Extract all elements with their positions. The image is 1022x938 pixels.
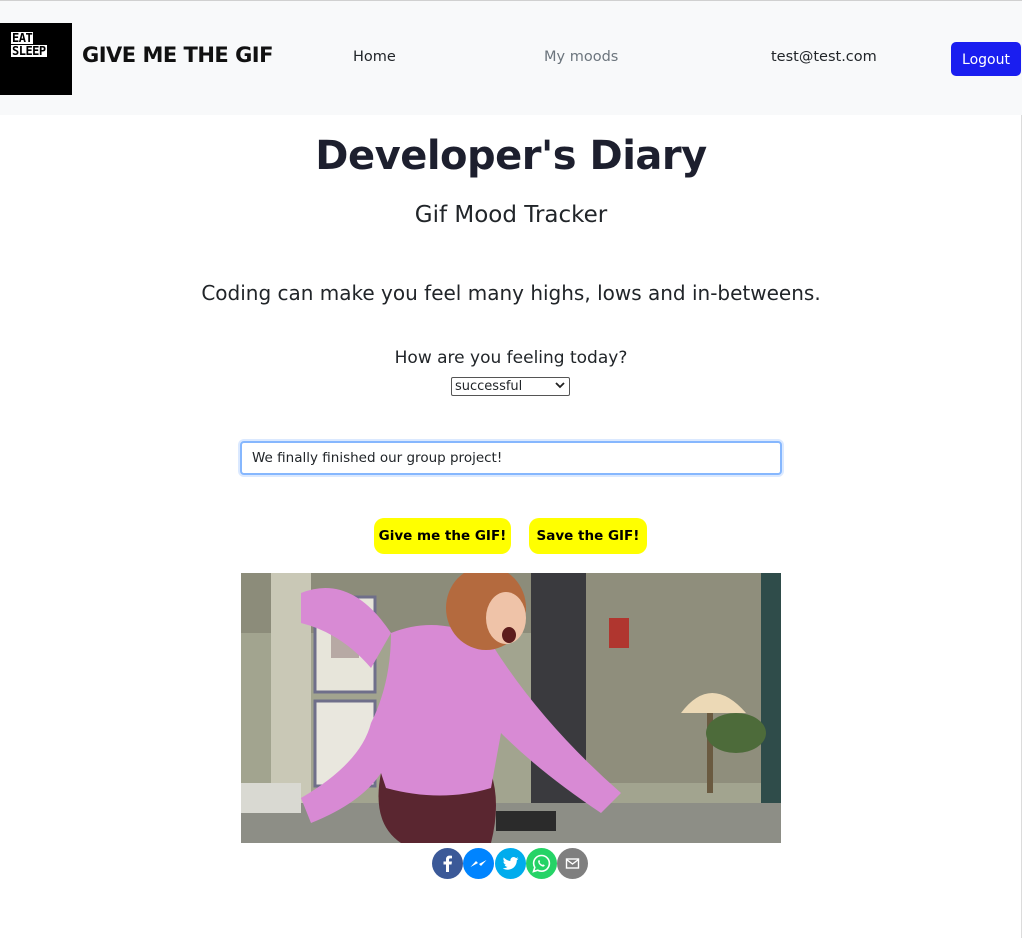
user-email: test@test.com <box>771 49 877 65</box>
mood-question-label: How are you feeling today? <box>394 348 628 368</box>
logo[interactable]: EAT SLEEP <box>0 23 72 95</box>
nav-home-link[interactable]: Home <box>353 49 396 65</box>
mood-gif-image <box>241 573 781 843</box>
facebook-icon <box>443 855 452 872</box>
nav-my-moods-link[interactable]: My moods <box>544 49 618 65</box>
logo-line-1: EAT <box>11 31 34 45</box>
diary-entry-input[interactable]: We finally finished our group project! <box>240 441 782 475</box>
email-icon <box>565 858 580 869</box>
logout-button[interactable]: Logout <box>951 42 1021 76</box>
tagline: Coding can make you feel many highs, low… <box>201 281 821 305</box>
logo-line-2: SLEEP <box>11 44 47 58</box>
whatsapp-share-button[interactable] <box>526 848 557 879</box>
chevron-down-icon <box>555 379 565 396</box>
twitter-icon <box>502 857 519 870</box>
page-title: Developer's Diary <box>315 133 707 179</box>
facebook-share-button[interactable] <box>432 848 463 879</box>
save-gif-button[interactable]: Save the GIF! <box>529 518 647 554</box>
navbar: EAT SLEEP GIVE ME THE GIF Home My moods … <box>0 1 1022 115</box>
brand-name[interactable]: GIVE ME THE GIF <box>82 43 273 67</box>
messenger-icon <box>470 860 487 867</box>
twitter-share-button[interactable] <box>495 848 526 879</box>
mood-select[interactable]: successful <box>451 377 570 396</box>
whatsapp-icon <box>532 854 551 873</box>
give-me-gif-button[interactable]: Give me the GIF! <box>374 518 511 554</box>
messenger-share-button[interactable] <box>463 848 494 879</box>
mood-select-value: successful <box>455 379 523 394</box>
email-share-button[interactable] <box>557 848 588 879</box>
page-subtitle: Gif Mood Tracker <box>414 202 608 228</box>
